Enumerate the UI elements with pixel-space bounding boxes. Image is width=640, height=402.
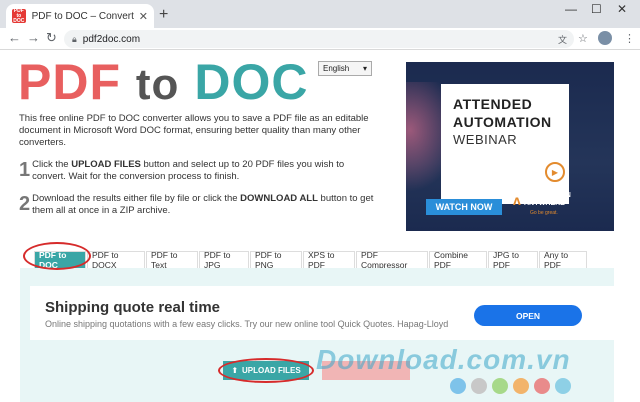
open-button[interactable]: OPEN [474,305,582,326]
minimize-button[interactable]: — [565,2,577,16]
highlight-ellipse-tab [23,242,91,270]
site-logo[interactable]: PDF to DOC [18,56,308,111]
highlight-ellipse-upload [218,358,314,383]
step-text: Download the results either file by file… [32,193,374,216]
new-tab-button[interactable]: + [159,6,168,24]
step-text: Click the UPLOAD FILES button and select… [32,159,345,182]
browser-tab[interactable]: PDF to DOC PDF to DOC – Convert PDF to W… [6,4,154,28]
logo-to: to [135,60,180,109]
address-bar[interactable]: 🔒︎ pdf2doc.com [64,30,574,48]
step-number: 2 [19,193,31,215]
tab-jpg-to-pdf[interactable]: JPG to PDF [488,250,538,270]
tab-pdf-to-docx[interactable]: PDF to DOCX [87,250,145,270]
logo-pdf: PDF [18,54,121,110]
webinar-ad[interactable]: ATTENDED AUTOMATION WEBINAR ▶ WATCH NOW … [406,62,614,231]
forward-button[interactable]: → [27,30,40,45]
tab-xps-to-pdf[interactable]: XPS to PDF [303,250,355,270]
tool-tabs: PDF to DOC PDF to DOCX PDF to Text PDF t… [34,250,588,270]
ad-tagline: Go be great. [530,210,558,216]
automation-anywhere-logo-icon: ʌ [513,192,521,208]
tab-title: PDF to DOC – Convert PDF to W [31,10,137,22]
tab-pdf-to-png[interactable]: PDF to PNG [250,250,302,270]
language-select[interactable]: English ▾ [318,61,372,76]
menu-icon[interactable]: ⋮ [624,32,635,45]
profile-avatar[interactable] [598,31,612,45]
intro-text: This free online PDF to DOC converter al… [19,113,369,148]
translate-icon[interactable]: 文 [558,33,567,46]
ad-brand: AUTOMATION ANYWHERE [524,192,571,207]
download-watermark: Download.com.vn [316,344,571,375]
lock-icon: 🔒︎ [72,33,77,44]
shipping-ad-description: Online shipping quotations with a few ea… [45,319,449,329]
bookmark-star-icon[interactable]: ☆ [578,32,588,45]
maximize-button[interactable]: ☐ [591,2,602,16]
tab-pdf-compressor[interactable]: PDF Compressor [356,250,428,270]
step-2: 2 Download the results either file by fi… [19,193,379,217]
tab-any-to-pdf[interactable]: Any to PDF [539,250,587,270]
tab-pdf-to-text[interactable]: PDF to Text [146,250,198,270]
tab-pdf-to-jpg[interactable]: PDF to JPG [199,250,249,270]
url-text: pdf2doc.com [82,33,141,45]
tab-combine-pdf[interactable]: Combine PDF [429,250,487,270]
browser-toolbar: ← → ↻ 🔒︎ pdf2doc.com 文 ☆ ⋮ [0,28,640,50]
watermark-dots [450,378,576,394]
close-tab-icon[interactable]: ✕ [139,10,148,23]
browser-tab-bar: PDF to DOC PDF to DOC – Convert PDF to W… [0,0,640,28]
ad-line-3: WEBINAR [453,132,518,147]
back-button[interactable]: ← [8,30,21,45]
logo-doc: DOC [194,54,309,110]
reload-button[interactable]: ↻ [46,30,57,46]
close-window-button[interactable]: ✕ [617,2,627,16]
step-number: 1 [19,159,31,181]
play-icon[interactable]: ▶ [545,162,565,182]
chevron-down-icon: ▾ [362,64,367,73]
shipping-ad-title: Shipping quote real time [45,299,221,316]
watch-now-button[interactable]: WATCH NOW [426,199,502,215]
step-1: 1 Click the UPLOAD FILES button and sele… [19,159,379,183]
pdf-favicon-icon: PDF to DOC [12,7,26,24]
ad-card: ATTENDED AUTOMATION WEBINAR ▶ [441,84,569,204]
language-value: English [323,64,350,73]
ad-line-1: ATTENDED [453,96,533,112]
ad-line-2: AUTOMATION [453,114,552,130]
